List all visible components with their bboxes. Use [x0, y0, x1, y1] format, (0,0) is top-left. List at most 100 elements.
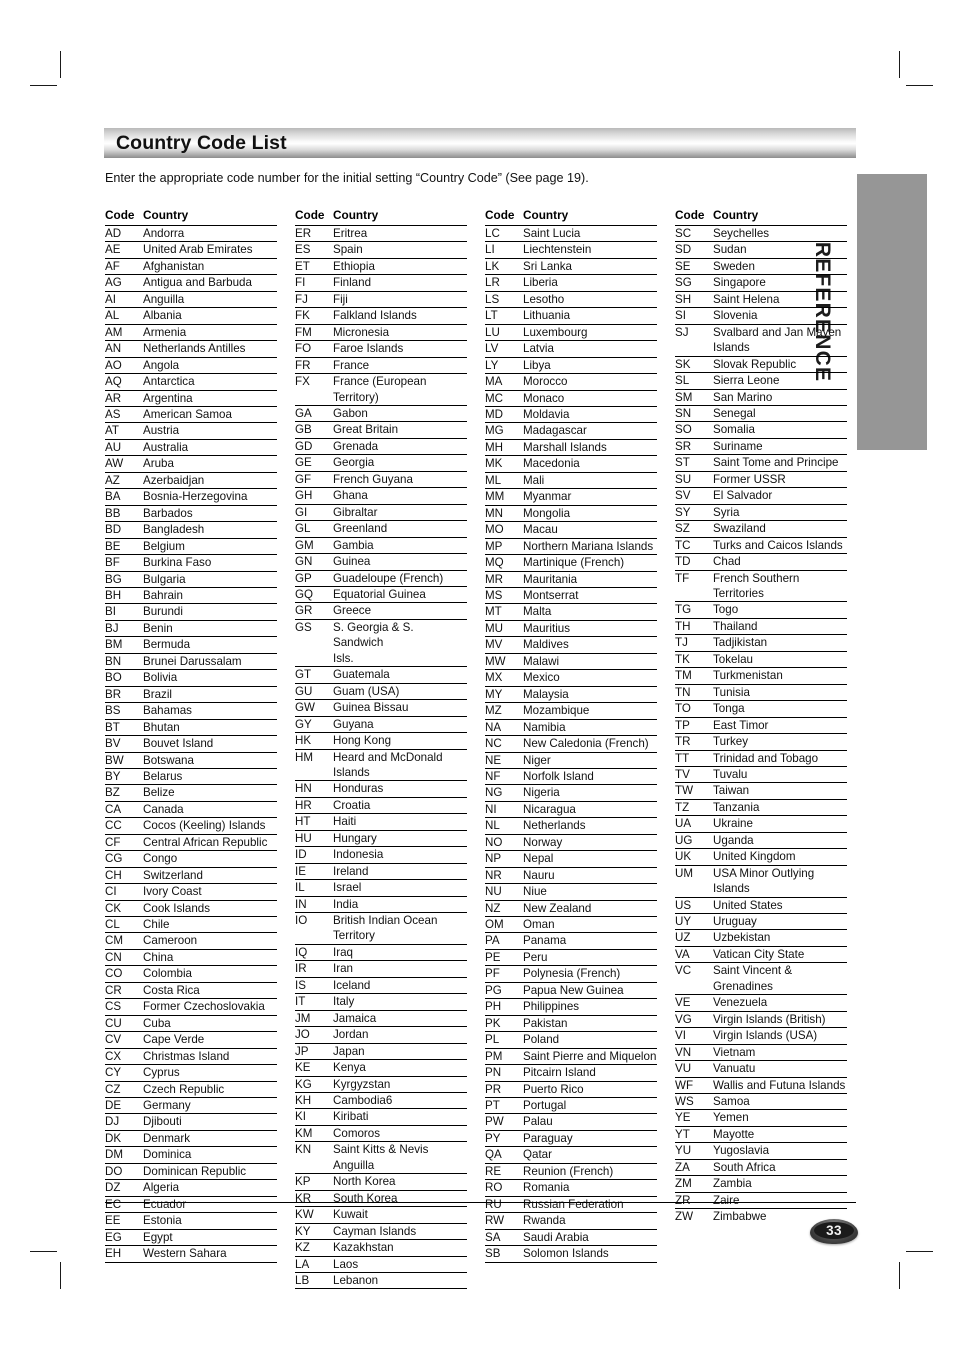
crop-mark-top-left-vertical: [60, 51, 61, 78]
country-name: Sudan: [713, 243, 747, 257]
table-row: CM Cameroon: [105, 933, 277, 950]
country-code: PF: [485, 967, 500, 981]
table-row: MG Madagascar: [485, 423, 657, 440]
table-row: GL Greenland: [295, 521, 467, 538]
country-name: Comoros: [333, 1126, 381, 1140]
table-row: YT Mayotte: [675, 1127, 847, 1144]
table-row: JO Jordan: [295, 1027, 467, 1044]
table-row: LV Latvia: [485, 341, 657, 358]
table-row: CA Canada: [105, 802, 277, 819]
table-row: SL Sierra Leone: [675, 373, 847, 390]
country-name: Croatia: [333, 798, 371, 812]
country-code: YT: [675, 1127, 690, 1141]
table-row: VC Saint Vincent & Grenadines: [675, 963, 847, 996]
country-code: GP: [295, 571, 312, 585]
country-name: Macedonia: [523, 457, 580, 471]
table-row: UK United Kingdom: [675, 849, 847, 866]
country-name: Sri Lanka: [523, 259, 572, 273]
country-code: BA: [105, 490, 121, 504]
crop-mark-bottom-left-vertical: [60, 1262, 61, 1289]
country-code: TJ: [675, 636, 688, 650]
table-row: LA Laos: [295, 1257, 467, 1273]
table-row: SB Solomon Islands: [485, 1246, 657, 1263]
column-rows-4: SC Seychelles SD Sudan SE Sweden SG Singapore SH…: [675, 226, 847, 1225]
table-row: GA Gabon: [295, 406, 467, 423]
table-row: KH Cambodia6: [295, 1093, 467, 1110]
table-row: FR France: [295, 358, 467, 375]
country-name: Dominica: [143, 1148, 192, 1162]
country-name: Bulgaria: [143, 572, 186, 586]
country-code: GH: [295, 489, 313, 503]
table-row: SM San Marino: [675, 390, 847, 406]
country-code: UY: [675, 915, 692, 929]
table-row: PF Polynesia (French): [485, 966, 657, 983]
country-name: Egypt: [143, 1230, 173, 1244]
table-row: KZ Kazakhstan: [295, 1240, 467, 1257]
country-name: Monaco: [523, 391, 565, 405]
table-row: IR Iran: [295, 961, 467, 978]
table-row: TN Tunisia: [675, 685, 847, 702]
country-name: Iran: [333, 962, 353, 976]
table-column-1: Code Country AD Andorra AE United Arab Emir…: [105, 208, 277, 1263]
table-row: NP Nepal: [485, 851, 657, 868]
header-country: Country: [333, 208, 379, 222]
table-row: KI Kiribati: [295, 1109, 467, 1126]
country-name: New Caledonia (French): [523, 737, 649, 751]
country-name: Ukraine: [713, 817, 753, 831]
table-row: ZA South Africa: [675, 1160, 847, 1177]
table-row: ML Mali: [485, 473, 657, 490]
country-code: AM: [105, 325, 123, 339]
table-row: KG Kyrgyzstan: [295, 1077, 467, 1094]
table-row: VI Virgin Islands (USA): [675, 1028, 847, 1045]
country-name: Mauritania: [523, 572, 578, 586]
country-name: Kiribati: [333, 1110, 369, 1124]
table-row: MU Mauritius: [485, 621, 657, 638]
country-code: KR: [295, 1191, 312, 1205]
country-name: Bahamas: [143, 704, 192, 718]
country-code: KE: [295, 1061, 311, 1075]
country-code: CO: [105, 967, 123, 981]
table-row: BA Bosnia-Herzegovina: [105, 489, 277, 506]
table-row: PM Saint Pierre and Miquelon: [485, 1049, 657, 1066]
country-name: Australia: [143, 440, 189, 454]
country-name: Lithuania: [523, 309, 571, 323]
country-name: Haiti: [333, 815, 357, 829]
country-name: Ireland: [333, 864, 369, 878]
country-code: FI: [295, 276, 306, 290]
table-row: YE Yemen: [675, 1110, 847, 1127]
table-row: LR Liberia: [485, 275, 657, 292]
country-name: Guinea: [333, 555, 371, 569]
header-code: Code: [295, 208, 325, 222]
country-code: CI: [105, 885, 117, 899]
country-code: GF: [295, 472, 312, 486]
country-name: Antigua and Barbuda: [143, 276, 252, 290]
country-name: Kazakhstan: [333, 1241, 394, 1255]
table-row: UM USA Minor Outlying Islands: [675, 866, 847, 898]
table-row: YU Yugoslavia: [675, 1143, 847, 1160]
table-row: RO Romania: [485, 1180, 657, 1197]
country-code: RW: [485, 1214, 505, 1228]
country-name: Lebanon: [333, 1274, 379, 1287]
table-row: PL Poland: [485, 1032, 657, 1049]
country-name: Seychelles: [713, 227, 770, 240]
table-row: CR Costa Rica: [105, 983, 277, 1000]
country-code: SE: [675, 259, 691, 273]
country-code: BM: [105, 638, 123, 652]
table-row: EH Western Sahara: [105, 1246, 277, 1263]
country-name: Former USSR: [713, 472, 786, 486]
table-row: BI Burundi: [105, 604, 277, 621]
country-code: CR: [105, 983, 122, 997]
table-row: TF French Southern Territories: [675, 571, 847, 603]
table-row: TW Taiwan: [675, 783, 847, 800]
table-row: PG Papua New Guinea: [485, 983, 657, 1000]
country-name: Germany: [143, 1099, 191, 1113]
country-code: PN: [485, 1066, 502, 1080]
table-row: PY Paraguay: [485, 1131, 657, 1148]
country-name: Bahrain: [143, 588, 183, 602]
country-name: Dominican Republic: [143, 1164, 247, 1178]
country-name: Latvia: [523, 342, 554, 356]
table-row: BN Brunei Darussalam: [105, 654, 277, 671]
country-name: Yemen: [713, 1111, 749, 1125]
table-row: GD Grenada: [295, 439, 467, 456]
country-name: Azerbaidjan: [143, 473, 205, 487]
